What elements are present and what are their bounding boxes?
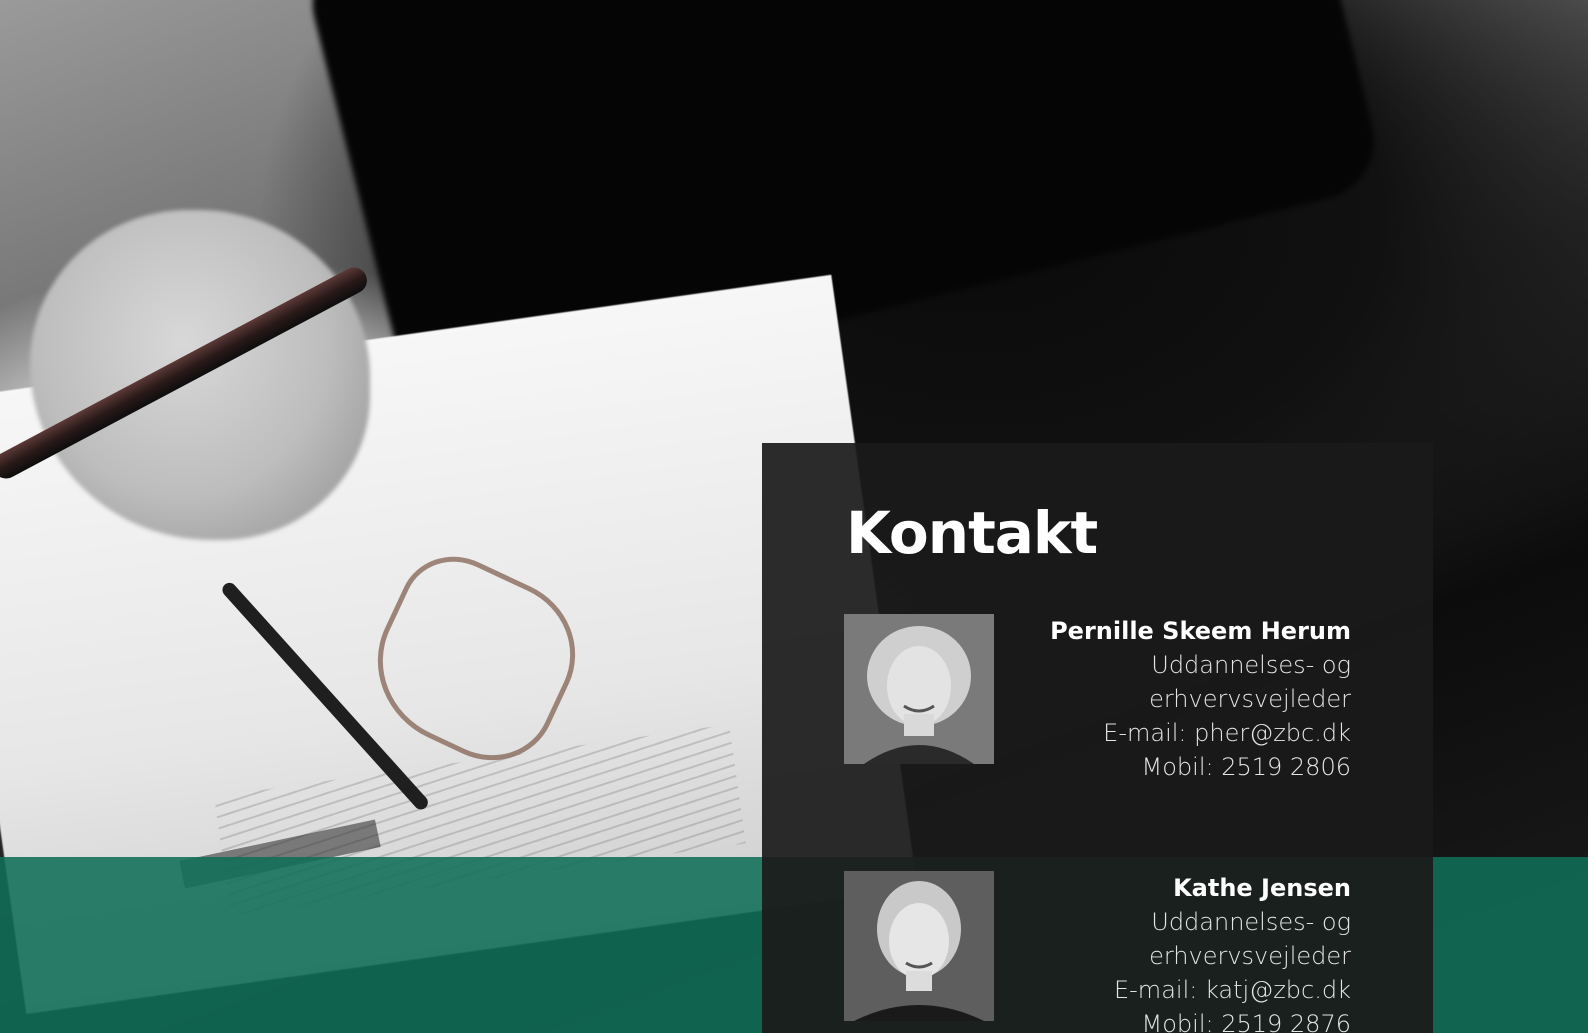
- contact-info: Kathe Jensen Uddannelses- og erhvervsvej…: [1011, 871, 1351, 1033]
- contact-card: Kontakt Pernille Skeem Herum Uddannelses…: [762, 443, 1433, 1033]
- avatar: [844, 871, 994, 1021]
- contact-person: Pernille Skeem Herum Uddannelses- og erh…: [844, 614, 1351, 781]
- contact-person: Kathe Jensen Uddannelses- og erhvervsvej…: [844, 871, 1351, 1033]
- contact-email[interactable]: E-mail: katj@zbc.dk: [1011, 973, 1351, 1007]
- contact-info: Pernille Skeem Herum Uddannelses- og erh…: [1011, 614, 1351, 784]
- contact-title: Kontakt: [846, 499, 1098, 567]
- contact-name: Kathe Jensen: [1173, 874, 1351, 902]
- contact-role-line2: erhvervsvejleder: [1149, 942, 1351, 970]
- contact-role-line2: erhvervsvejleder: [1149, 685, 1351, 713]
- contact-email[interactable]: E-mail: pher@zbc.dk: [1011, 716, 1351, 750]
- contact-role-line1: Uddannelses- og: [1151, 651, 1351, 679]
- contact-mobile[interactable]: Mobil: 2519 2806: [1011, 750, 1351, 784]
- avatar: [844, 614, 994, 764]
- page: Kontakt Pernille Skeem Herum Uddannelses…: [0, 0, 1588, 1033]
- contact-role-line1: Uddannelses- og: [1151, 908, 1351, 936]
- contact-name: Pernille Skeem Herum: [1050, 617, 1351, 645]
- contact-mobile[interactable]: Mobil: 2519 2876: [1011, 1007, 1351, 1033]
